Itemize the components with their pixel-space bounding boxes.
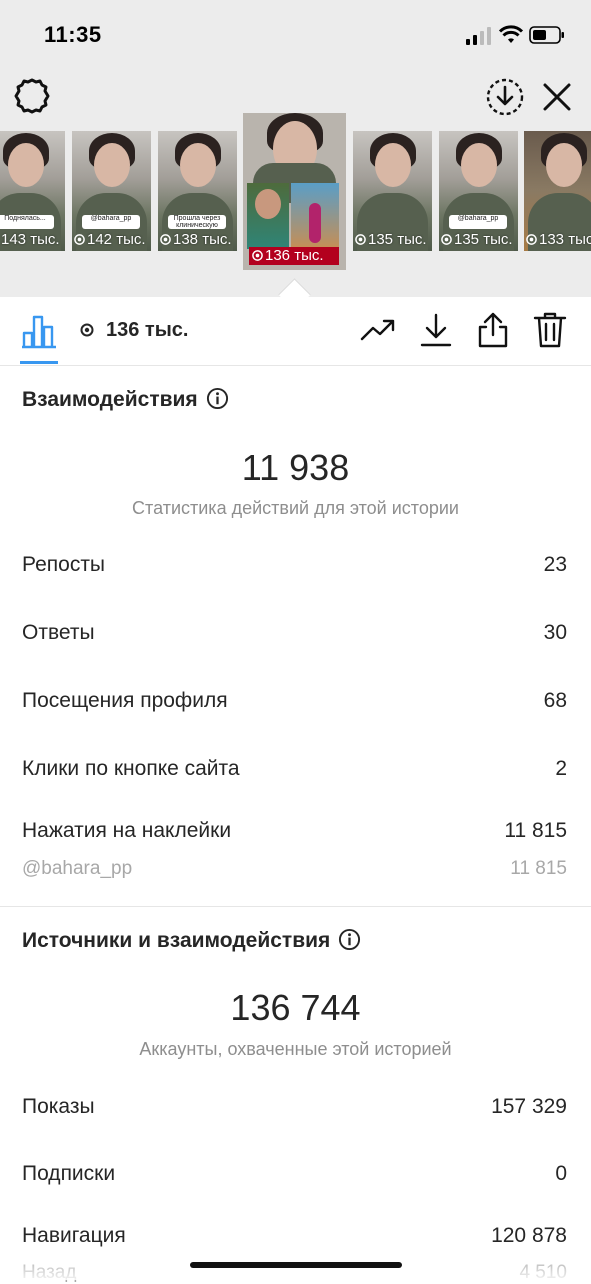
interactions-section-title: Взаимодействия <box>22 387 229 412</box>
story-thumbnail[interactable]: Прошла через клиническую смерть 138 тыс. <box>158 131 237 251</box>
story-thumbnail[interactable]: 133 тыс. <box>524 131 591 251</box>
views-total: 136 тыс. <box>80 319 188 342</box>
share-icon[interactable] <box>475 311 511 349</box>
eye-icon <box>160 234 171 245</box>
story-carousel-area: 11:35 Поднялась... 143 тыс. @bahara_pp 1… <box>0 0 591 297</box>
discovery-subtitle: Аккаунты, охваченные этой историей <box>139 1039 452 1059</box>
thumbnail-views-count: 142 тыс. <box>87 231 146 248</box>
wifi-icon <box>499 25 523 43</box>
story-thumbnail[interactable]: 135 тыс. <box>353 131 432 251</box>
status-bar: 11:35 <box>0 0 591 70</box>
interactions-total: 11 938 <box>241 447 350 488</box>
info-icon[interactable] <box>338 928 361 951</box>
cellular-signal-icon <box>466 27 491 45</box>
thumbnail-sticker: @bahara_pp <box>82 215 140 229</box>
thumbnail-views: 133 тыс. <box>526 231 591 248</box>
thumbnail-sticker: Поднялась... <box>0 215 54 229</box>
thumbnail-views-count: 143 тыс. <box>1 231 60 248</box>
thumbnail-views: 143 тыс. <box>0 231 60 248</box>
download-icon[interactable] <box>418 311 454 349</box>
home-indicator[interactable] <box>190 1262 402 1268</box>
row-value-follows: 0 <box>555 1162 567 1185</box>
row-label-profile-visits: Посещения профиля <box>22 689 228 712</box>
row-label-navigation: Навигация <box>22 1224 126 1247</box>
save-story-icon[interactable] <box>484 76 526 118</box>
insights-tab-bar: 136 тыс. <box>0 297 591 366</box>
eye-icon <box>74 234 85 245</box>
row-value-website-clicks: 2 <box>555 757 567 780</box>
info-icon[interactable] <box>206 387 229 410</box>
status-time: 11:35 <box>44 22 102 47</box>
eye-icon <box>252 250 263 261</box>
row-label-website-clicks: Клики по кнопке сайта <box>22 757 240 780</box>
eye-icon <box>526 234 537 245</box>
selected-story-views-count: 136 тыс. <box>265 247 324 264</box>
discovery-title-text: Источники и взаимодействия <box>22 929 331 952</box>
story-thumbnail[interactable]: Поднялась... 143 тыс. <box>0 131 65 251</box>
row-label-replies: Ответы <box>22 621 95 644</box>
thumbnail-views-count: 138 тыс. <box>173 231 232 248</box>
active-tab-indicator <box>20 361 58 364</box>
thumbnail-views: 142 тыс. <box>74 231 146 248</box>
row-value-reposts: 23 <box>543 553 567 576</box>
settings-gear-icon[interactable] <box>12 76 52 116</box>
row-label-impressions: Показы <box>22 1095 95 1118</box>
thumbnail-views-count: 133 тыс. <box>539 231 591 248</box>
thumbnail-views-count: 135 тыс. <box>454 231 513 248</box>
row-value-sticker-mention: 11 815 <box>510 858 567 879</box>
thumbnail-sticker: Прошла через клиническую смерть <box>168 215 226 229</box>
thumbnail-views: 138 тыс. <box>160 231 232 248</box>
row-value-impressions: 157 329 <box>491 1095 567 1118</box>
row-label-reposts: Репосты <box>22 553 106 576</box>
interactions-title-text: Взаимодействия <box>22 388 198 411</box>
story-thumbnail[interactable]: @bahara_pp 135 тыс. <box>439 131 518 251</box>
eye-icon <box>355 234 366 245</box>
thumbnail-views: 135 тыс. <box>441 231 513 248</box>
selected-story-views: 136 тыс. <box>249 247 339 265</box>
row-label-sticker-taps: Нажатия на наклейки <box>22 819 232 842</box>
thumbnail-views: 135 тыс. <box>355 231 427 248</box>
trash-icon[interactable] <box>532 311 568 349</box>
eye-icon <box>80 323 94 337</box>
trend-arrow-icon[interactable] <box>360 311 396 349</box>
row-value-sticker-taps: 11 815 <box>504 819 567 842</box>
interactions-subtitle: Статистика действий для этой истории <box>132 498 459 518</box>
battery-icon <box>529 26 564 44</box>
row-label-sticker-mention: @bahara_pp <box>22 858 133 879</box>
thumbnail-sticker: @bahara_pp <box>449 215 507 229</box>
row-value-profile-visits: 68 <box>543 689 567 712</box>
section-divider <box>0 906 591 907</box>
selected-story-thumbnail[interactable]: 136 тыс. <box>243 113 346 270</box>
row-label-follows: Подписки <box>22 1162 116 1185</box>
discovery-total: 136 744 <box>230 987 361 1028</box>
story-thumbnail[interactable]: @bahara_pp 142 тыс. <box>72 131 151 251</box>
discovery-section-title: Источники и взаимодействия <box>22 928 361 953</box>
thumbnail-views-count: 135 тыс. <box>368 231 427 248</box>
views-total-label: 136 тыс. <box>106 319 189 341</box>
insights-bar-chart-icon[interactable] <box>20 313 58 349</box>
close-icon[interactable] <box>538 78 576 116</box>
eye-icon <box>441 234 452 245</box>
row-value-navigation: 120 878 <box>491 1224 567 1247</box>
row-value-replies: 30 <box>543 621 567 644</box>
